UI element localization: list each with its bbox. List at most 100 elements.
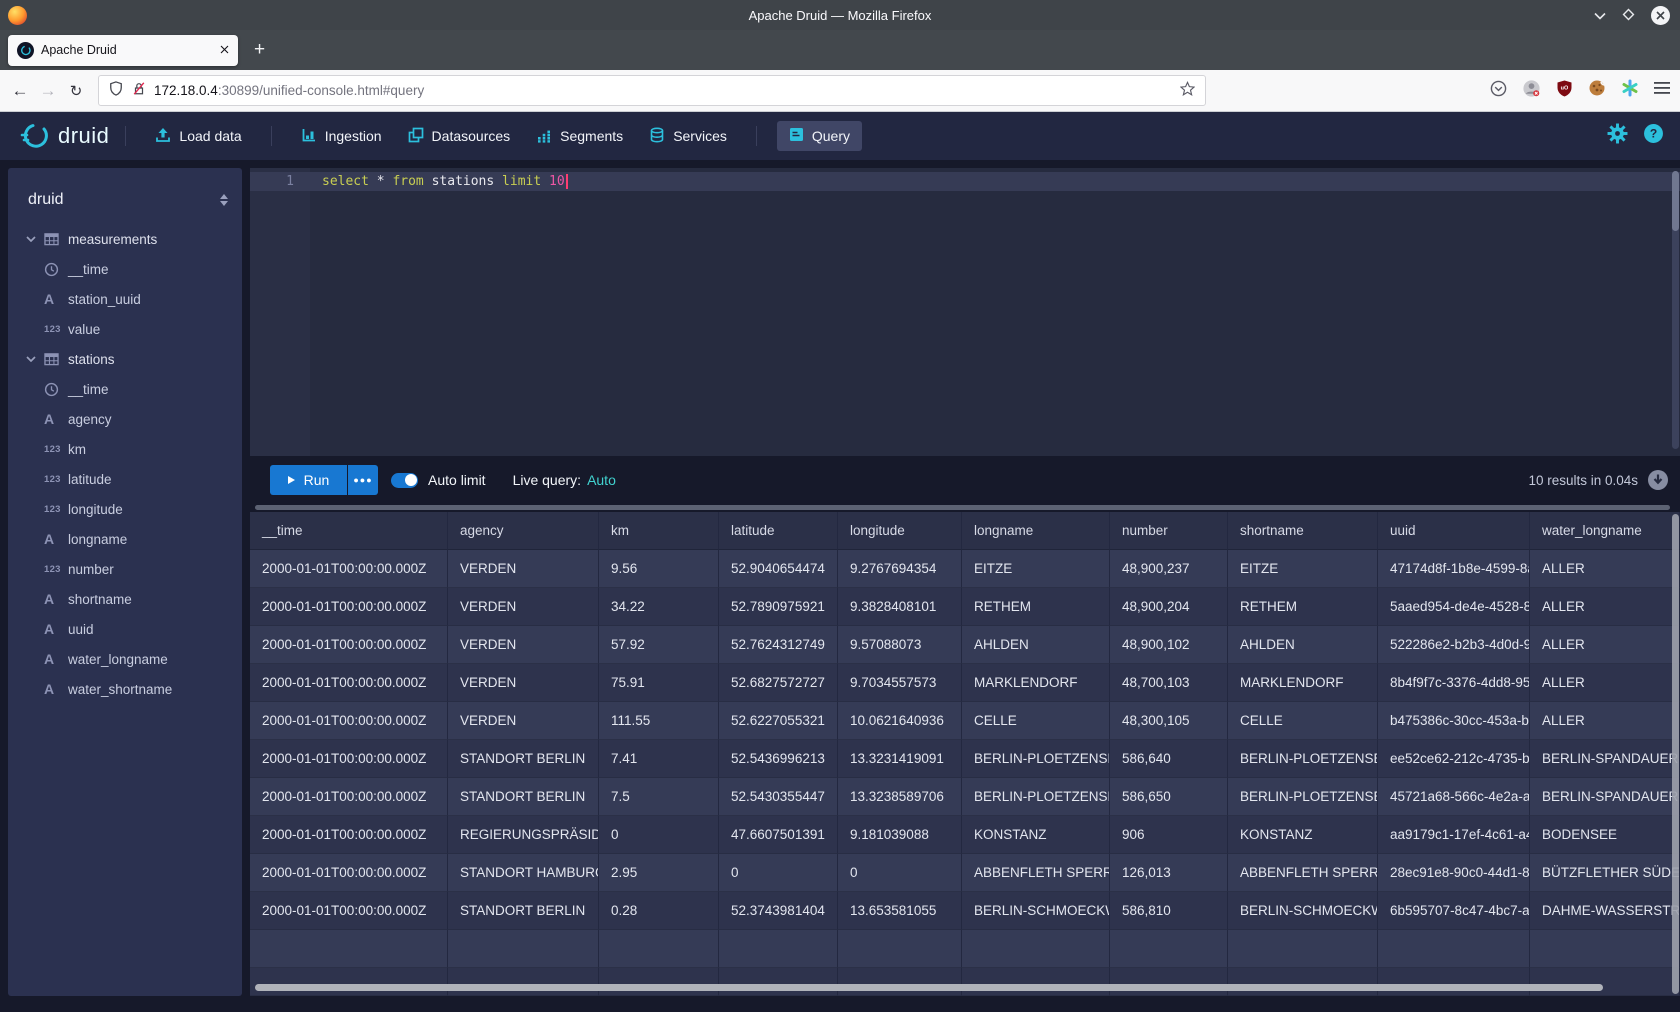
table-cell[interactable]: 9.3828408101	[838, 588, 962, 626]
table-cell[interactable]: 9.2767694354	[838, 550, 962, 588]
table-cell[interactable]: 13.3238589706	[838, 778, 962, 816]
tree-column-water_shortname[interactable]: Awater_shortname	[8, 674, 242, 704]
results-top-scrollbar[interactable]	[255, 505, 1670, 510]
table-cell[interactable]: 2000-01-01T00:00:00.000Z	[250, 702, 448, 740]
tree-column-shortname[interactable]: Ashortname	[8, 584, 242, 614]
table-cell[interactable]: ALLER	[1530, 588, 1680, 626]
table-cell[interactable]: 48,900,102	[1110, 626, 1228, 664]
table-cell[interactable]: ABBENFLETH SPERRWEI	[1228, 854, 1378, 892]
run-button[interactable]: Run	[270, 465, 347, 495]
table-cell[interactable]: VERDEN	[448, 588, 599, 626]
forward-button[interactable]: →	[34, 81, 62, 101]
table-cell[interactable]: RETHEM	[1228, 588, 1378, 626]
table-cell[interactable]: 52.6827572727	[719, 664, 838, 702]
gear-icon[interactable]	[1607, 123, 1628, 149]
column-header-water_longname[interactable]: water_longname	[1530, 512, 1680, 550]
table-cell[interactable]: VERDEN	[448, 626, 599, 664]
table-cell[interactable]: 52.7624312749	[719, 626, 838, 664]
tree-column-agency[interactable]: Aagency	[8, 404, 242, 434]
tab-close-icon[interactable]	[220, 41, 229, 59]
new-tab-button[interactable]: +	[254, 39, 265, 61]
table-cell[interactable]: 52.3743981404	[719, 892, 838, 930]
minimize-icon[interactable]	[1594, 9, 1606, 22]
table-cell[interactable]: 34.22	[599, 588, 719, 626]
nav-load-data[interactable]: Load data	[142, 127, 254, 146]
tree-column-water_longname[interactable]: Awater_longname	[8, 644, 242, 674]
druid-logo[interactable]: druid	[20, 123, 109, 149]
table-cell[interactable]: BERLIN-PLOETZENSEE C	[1228, 740, 1378, 778]
tree-column-station_uuid[interactable]: Astation_uuid	[8, 284, 242, 314]
table-cell[interactable]: 522286e2-b2b3-4d0d-9a	[1378, 626, 1530, 664]
tree-column-value[interactable]: 123value	[8, 314, 242, 344]
table-cell[interactable]: ALLER	[1530, 626, 1680, 664]
table-cell[interactable]: 57.92	[599, 626, 719, 664]
table-cell[interactable]: 48,900,237	[1110, 550, 1228, 588]
table-cell[interactable]: 2000-01-01T00:00:00.000Z	[250, 664, 448, 702]
table-cell[interactable]: AHLDEN	[962, 626, 1110, 664]
column-header-uuid[interactable]: uuid	[1378, 512, 1530, 550]
table-cell[interactable]: 8b4f9f7c-3376-4dd8-95c	[1378, 664, 1530, 702]
nav-query[interactable]: Query	[777, 121, 862, 151]
table-cell[interactable]: RETHEM	[962, 588, 1110, 626]
table-cell[interactable]: 52.5436996213	[719, 740, 838, 778]
table-cell[interactable]: 9.57088073	[838, 626, 962, 664]
table-cell[interactable]: 75.91	[599, 664, 719, 702]
reload-button[interactable]: ↻	[62, 82, 90, 100]
table-cell[interactable]: 0.28	[599, 892, 719, 930]
extension-asterisk-icon[interactable]	[1621, 79, 1639, 102]
nav-datasources[interactable]: Datasources	[395, 127, 524, 146]
table-cell[interactable]: 7.41	[599, 740, 719, 778]
table-cell[interactable]: 9.56	[599, 550, 719, 588]
table-cell[interactable]: ALLER	[1530, 664, 1680, 702]
table-cell[interactable]: 48,300,105	[1110, 702, 1228, 740]
tree-column-longname[interactable]: Alongname	[8, 524, 242, 554]
tree-table-measurements[interactable]: measurements	[8, 224, 242, 254]
bookmark-star-icon[interactable]	[1180, 81, 1195, 101]
ublock-icon[interactable]: uO	[1556, 80, 1573, 102]
vertical-scrollbar[interactable]	[1672, 514, 1679, 994]
table-cell[interactable]: 2000-01-01T00:00:00.000Z	[250, 550, 448, 588]
table-cell[interactable]: DAHME-WASSERSTRAS	[1530, 892, 1680, 930]
table-cell[interactable]: KONSTANZ	[962, 816, 1110, 854]
table-cell[interactable]: 28ec91e8-90c0-44d1-8f	[1378, 854, 1530, 892]
table-cell[interactable]: MARKLENDORF	[962, 664, 1110, 702]
close-icon[interactable]	[1651, 6, 1670, 25]
table-cell[interactable]: 0	[599, 816, 719, 854]
table-cell[interactable]: VERDEN	[448, 664, 599, 702]
tree-column-latitude[interactable]: 123latitude	[8, 464, 242, 494]
column-header-latitude[interactable]: latitude	[719, 512, 838, 550]
table-cell[interactable]: BERLIN-PLOETZENSEE C	[962, 740, 1110, 778]
table-cell[interactable]: 47.6607501391	[719, 816, 838, 854]
table-cell[interactable]: 9.181039088	[838, 816, 962, 854]
table-cell[interactable]: 2000-01-01T00:00:00.000Z	[250, 740, 448, 778]
table-cell[interactable]: 586,810	[1110, 892, 1228, 930]
column-header-shortname[interactable]: shortname	[1228, 512, 1378, 550]
table-cell[interactable]: 13.653581055	[838, 892, 962, 930]
table-cell[interactable]: 2.95	[599, 854, 719, 892]
column-header-agency[interactable]: agency	[448, 512, 599, 550]
table-cell[interactable]: VERDEN	[448, 550, 599, 588]
table-cell[interactable]: EITZE	[962, 550, 1110, 588]
table-cell[interactable]: KONSTANZ	[1228, 816, 1378, 854]
auto-limit-toggle[interactable]	[391, 473, 418, 488]
editor-scrollbar[interactable]	[1672, 171, 1679, 449]
table-cell[interactable]: AHLDEN	[1228, 626, 1378, 664]
table-cell[interactable]: 6b595707-8c47-4bc7-a8	[1378, 892, 1530, 930]
table-cell[interactable]: 13.3231419091	[838, 740, 962, 778]
table-cell[interactable]: 2000-01-01T00:00:00.000Z	[250, 626, 448, 664]
tree-column-uuid[interactable]: Auuid	[8, 614, 242, 644]
url-bar[interactable]: 172.18.0.4:30899/unified-console.html#qu…	[98, 75, 1206, 106]
back-button[interactable]: ←	[6, 81, 34, 101]
sort-icon[interactable]	[220, 194, 228, 206]
column-header-__time[interactable]: __time	[250, 512, 448, 550]
nav-ingestion[interactable]: Ingestion	[288, 127, 395, 146]
tree-column-__time[interactable]: __time	[8, 254, 242, 284]
table-cell[interactable]: 906	[1110, 816, 1228, 854]
table-cell[interactable]: 586,650	[1110, 778, 1228, 816]
table-cell[interactable]: 9.7034557573	[838, 664, 962, 702]
table-cell[interactable]: 52.6227055321	[719, 702, 838, 740]
run-more-button[interactable]: ●●●	[348, 465, 378, 495]
table-cell[interactable]: 5aaed954-de4e-4528-8f	[1378, 588, 1530, 626]
table-cell[interactable]: 52.9040654474	[719, 550, 838, 588]
column-header-km[interactable]: km	[599, 512, 719, 550]
